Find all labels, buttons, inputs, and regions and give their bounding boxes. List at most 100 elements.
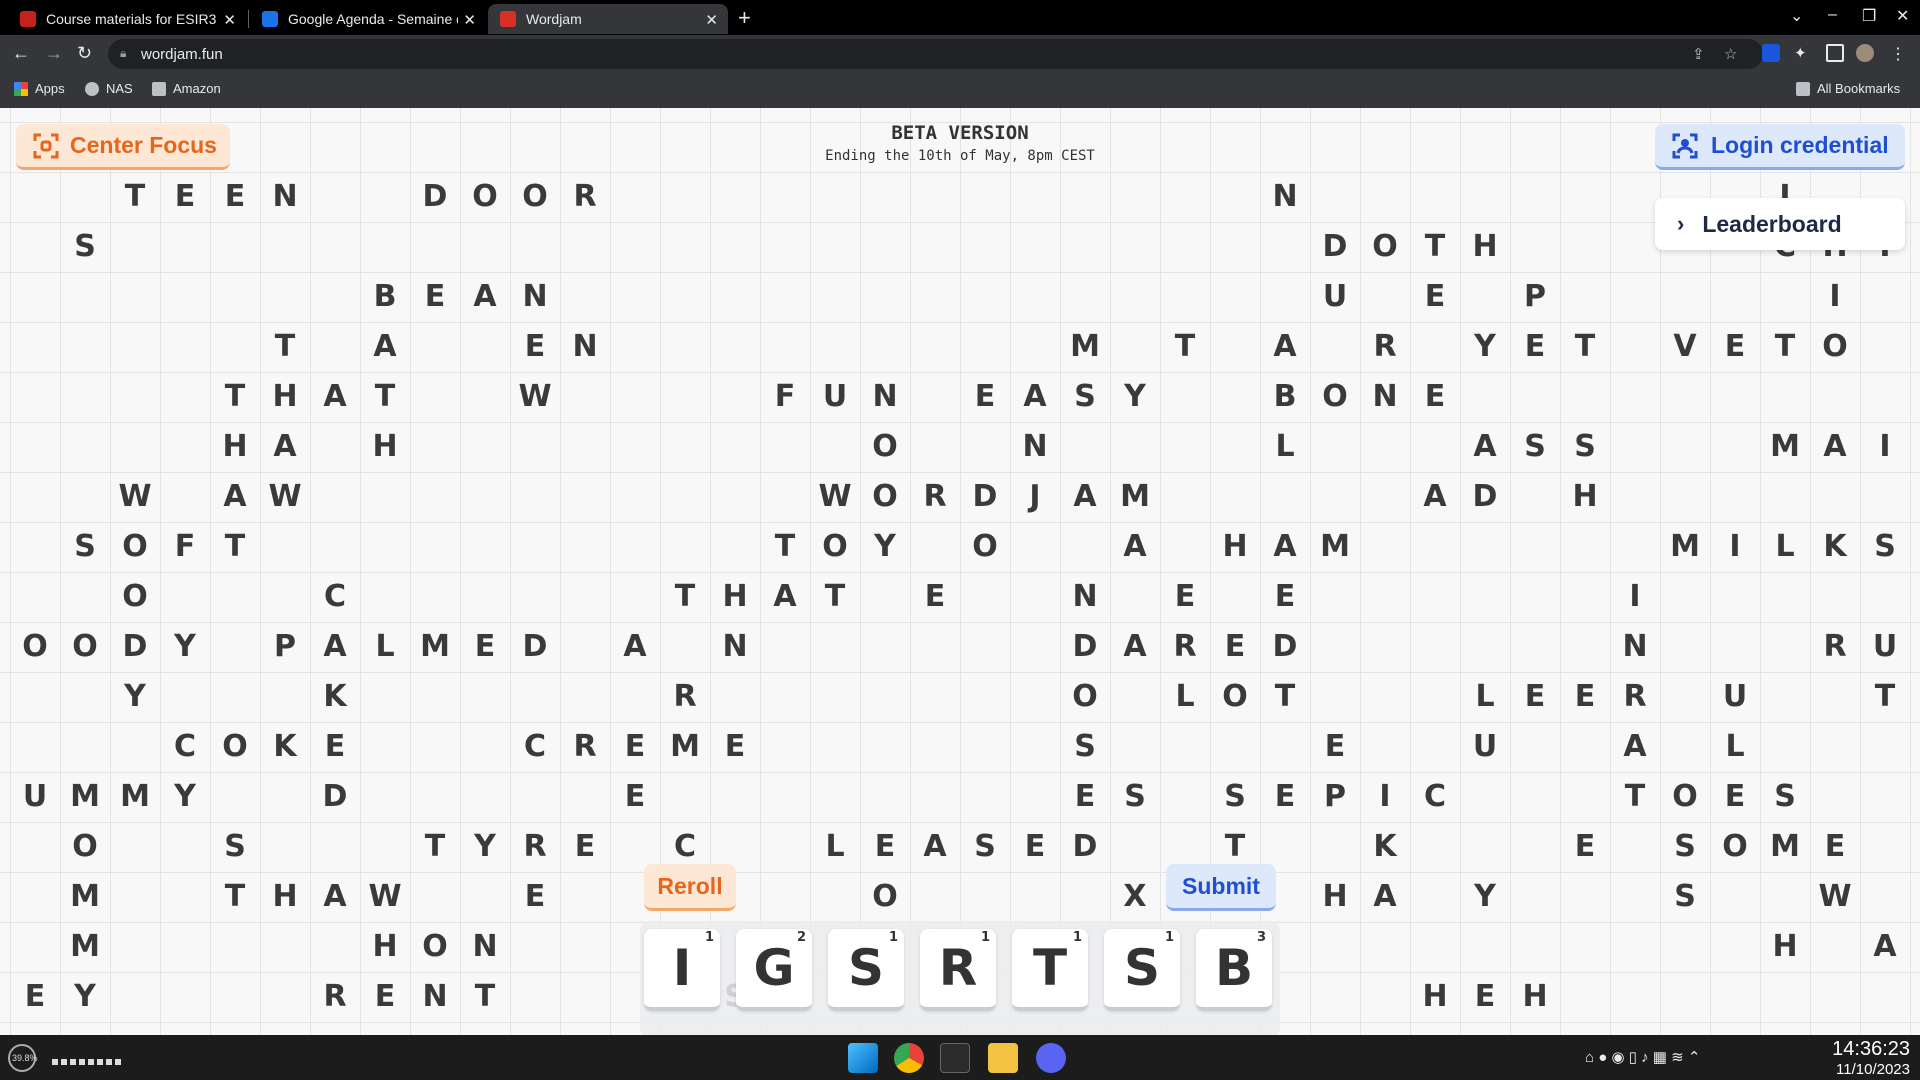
- terminal-icon[interactable]: [940, 1043, 970, 1073]
- rack-tile-points: 2: [796, 930, 806, 945]
- board-letter: H: [272, 379, 298, 414]
- board-letter: R: [1623, 679, 1647, 714]
- close-tab-icon[interactable]: ✕: [705, 11, 718, 29]
- center-focus-button[interactable]: Center Focus: [16, 124, 230, 170]
- board-letter: A: [1623, 729, 1647, 764]
- leaderboard-button[interactable]: › Leaderboard: [1655, 198, 1905, 250]
- extensions-icon[interactable]: ✦: [1794, 44, 1812, 62]
- calendar-favicon-icon: [262, 11, 278, 27]
- board-letter: R: [523, 829, 547, 864]
- board-letter: D: [972, 479, 998, 514]
- board-letter: M: [120, 779, 150, 814]
- chrome-icon[interactable]: [894, 1043, 924, 1073]
- apps-grid-icon: [14, 81, 28, 96]
- board-letter: L: [1475, 679, 1495, 714]
- discord-icon[interactable]: [1036, 1043, 1066, 1073]
- close-tab-icon[interactable]: ✕: [223, 11, 236, 29]
- tab-google-agenda[interactable]: Google Agenda - Semaine d ✕: [250, 4, 486, 34]
- rack-tile[interactable]: S1: [828, 929, 904, 1011]
- rack-tile[interactable]: G2: [736, 929, 812, 1011]
- center-focus-label: Center Focus: [70, 132, 217, 158]
- bookmark-star-icon[interactable]: ☆: [1724, 45, 1737, 63]
- board-letter: O: [872, 879, 898, 914]
- board-letter: A: [1823, 429, 1847, 464]
- board-letter: T: [224, 529, 246, 564]
- close-tab-icon[interactable]: ✕: [463, 11, 476, 29]
- close-window-icon[interactable]: ✕: [1896, 6, 1909, 26]
- board-letter: E: [624, 779, 646, 814]
- rack-tile[interactable]: I1: [644, 929, 720, 1011]
- rack-tile-letter: B: [1214, 939, 1254, 997]
- board-letter: T: [374, 379, 396, 414]
- forward-icon[interactable]: →: [45, 43, 63, 64]
- start-icon[interactable]: [848, 1043, 878, 1073]
- board-letter: O: [422, 929, 448, 964]
- tab-search-icon[interactable]: ⌄: [1790, 6, 1803, 26]
- minimize-icon[interactable]: –: [1828, 6, 1837, 24]
- rack-tile[interactable]: T1: [1012, 929, 1088, 1011]
- board-letter: H: [1422, 979, 1448, 1014]
- back-icon[interactable]: ←: [12, 43, 30, 64]
- menu-icon[interactable]: ⋮: [1890, 44, 1908, 63]
- all-bookmarks[interactable]: All Bookmarks: [1796, 81, 1900, 96]
- board-letter: D: [1072, 829, 1098, 864]
- board-letter: W: [368, 879, 402, 914]
- profile-avatar[interactable]: [1856, 44, 1874, 62]
- board-letter: E: [524, 879, 546, 914]
- board-letter: P: [1324, 779, 1346, 814]
- bookmark-apps[interactable]: Apps: [14, 81, 65, 96]
- board-letter: A: [1910, 322, 1920, 372]
- board-letter: N: [1910, 222, 1920, 272]
- bookmark-label: Amazon: [173, 81, 221, 96]
- board-letter: I: [1829, 279, 1841, 314]
- rack-tile[interactable]: S1: [1104, 929, 1180, 1011]
- new-tab-button[interactable]: +: [738, 5, 751, 31]
- board-letter: I: [1879, 429, 1891, 464]
- rack-tile[interactable]: B3: [1196, 929, 1272, 1011]
- beta-title: BETA VERSION: [891, 122, 1029, 144]
- board-letter: E: [1424, 379, 1446, 414]
- board-letter: E: [1724, 329, 1746, 364]
- reload-icon[interactable]: ↻: [77, 43, 92, 64]
- game-canvas[interactable]: TEENDOORNISDOTHCHINBEANUEPIMSRTAENMTARYE…: [0, 108, 1920, 1035]
- rack-tile[interactable]: R1: [920, 929, 996, 1011]
- password-manager-icon[interactable]: [1762, 44, 1780, 62]
- board-letter: O: [1222, 679, 1248, 714]
- url-text[interactable]: wordjam.fun: [141, 46, 223, 63]
- board-letter: N: [472, 929, 498, 964]
- board-letter: N: [872, 379, 898, 414]
- board-letter: U: [822, 379, 848, 414]
- restore-icon[interactable]: ❐: [1862, 6, 1876, 26]
- board-letter: H: [222, 429, 248, 464]
- tray-icons[interactable]: ⌂ ● ◉ ▯ ♪ ▦ ≋ ⌃: [1585, 1048, 1700, 1066]
- address-bar[interactable]: 🔒︎ wordjam.fun ⇪ ☆: [108, 39, 1763, 69]
- board-letter: S: [74, 529, 96, 564]
- bookmark-amazon[interactable]: Amazon: [152, 81, 221, 96]
- clock[interactable]: 14:36:23 11/10/2023: [1832, 1038, 1910, 1078]
- board-letter: N: [1022, 429, 1048, 464]
- reroll-button[interactable]: Reroll: [644, 864, 736, 911]
- file-explorer-icon[interactable]: [988, 1043, 1018, 1073]
- board-letter: P: [274, 629, 296, 664]
- side-panel-icon[interactable]: [1826, 44, 1844, 62]
- board-letter: H: [1772, 929, 1798, 964]
- board-letter: T: [124, 179, 146, 214]
- tab-wordjam[interactable]: Wordjam ✕: [488, 4, 728, 34]
- share-icon[interactable]: ⇪: [1692, 45, 1705, 63]
- board-letter: C: [1423, 779, 1447, 814]
- board-letter: A: [923, 829, 947, 864]
- board-letter: S: [1774, 779, 1796, 814]
- board-letter: T: [1624, 779, 1646, 814]
- board-letter: C: [523, 729, 547, 764]
- board-letter: E: [24, 979, 46, 1014]
- board-letter: N: [1372, 379, 1398, 414]
- submit-button[interactable]: Submit: [1166, 864, 1276, 911]
- board-letter: O: [72, 629, 98, 664]
- bookmark-nas[interactable]: NAS: [85, 81, 133, 96]
- board-letter: A: [323, 879, 347, 914]
- login-credential-button[interactable]: Login credential: [1655, 124, 1905, 170]
- board-letter: A: [1373, 879, 1397, 914]
- user-scan-icon: [1672, 133, 1698, 158]
- board-letter: T: [774, 529, 796, 564]
- tab-course-materials[interactable]: Course materials for ESIR3 ✕: [8, 4, 246, 34]
